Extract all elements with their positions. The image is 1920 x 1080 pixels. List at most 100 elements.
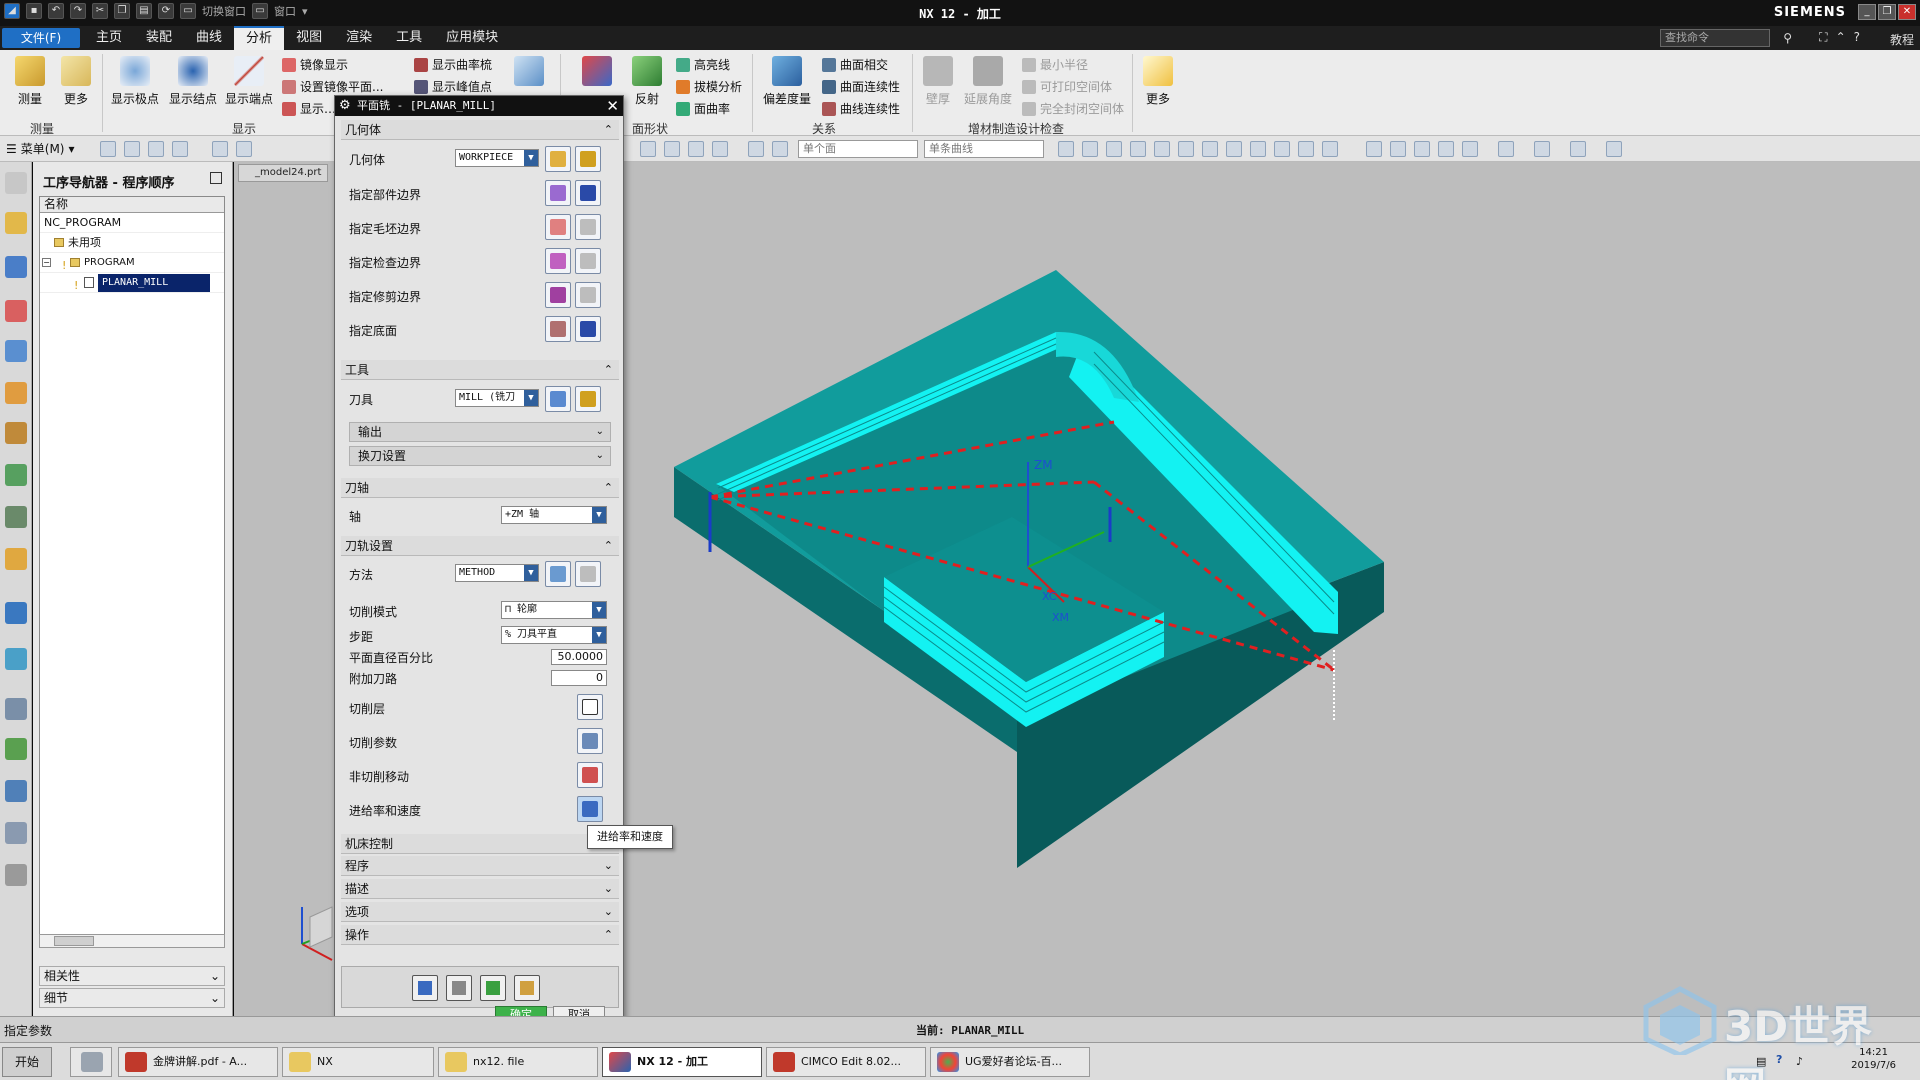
expand-icon[interactable]: − [42,258,51,267]
help-icon[interactable]: ? [1854,30,1860,45]
plus-icon[interactable] [1250,141,1266,157]
percent-input[interactable]: 50.0000 [551,649,607,665]
machine-navigator-icon[interactable] [5,256,27,278]
tutorial-link[interactable]: 教程 [1890,31,1914,48]
web-icon[interactable] [5,648,27,670]
pan-icon[interactable] [1082,141,1098,157]
overhang-angle-button[interactable]: 延展角度 [960,56,1016,107]
command-search-input[interactable]: 查找命令 [1660,29,1770,47]
file-menu-button[interactable]: 文件(F) [2,28,80,48]
taskbar-nx12-folder[interactable]: nx12. file [438,1047,598,1077]
generate-button[interactable] [412,975,438,1001]
start-button[interactable]: 开始 [2,1047,52,1077]
new-geometry-button[interactable] [545,146,571,172]
fullscreen-icon[interactable]: ⛶ [1819,30,1827,45]
geometry-select[interactable]: WORKPIECE ▼ [455,149,539,167]
reflection-button[interactable]: 反射 [624,56,670,107]
tab-curve[interactable]: 曲线 [184,26,234,50]
section-tool-axis[interactable]: 刀轴 ⌃ [341,478,619,498]
grid-icon[interactable] [1498,141,1514,157]
minimize-button[interactable]: _ [1858,4,1876,20]
taskbar-browser[interactable]: UG爱好者论坛-百... [930,1047,1090,1077]
mirror-display-button[interactable]: 镜像显示 [282,56,348,73]
edit-method-button[interactable] [575,561,601,587]
solid-icon[interactable] [772,141,788,157]
tool-icon[interactable] [5,780,27,802]
mirror-plane-button[interactable]: 设置镜像平面... [282,78,383,95]
tree-row-planar-mill[interactable]: ! PLANAR_MILL [40,273,224,293]
part-boundary-button[interactable] [545,180,571,206]
closed-void-button[interactable]: 完全封闭空间体 [1022,100,1124,117]
role-icon[interactable] [5,822,27,844]
replay-button[interactable] [446,975,472,1001]
method-select[interactable]: METHOD ▼ [455,564,539,582]
tab-tools[interactable]: 工具 [384,26,434,50]
display-extra-button[interactable] [512,56,546,90]
move-icon[interactable] [1058,141,1074,157]
show-truncated-button[interactable]: 显示… [282,100,336,117]
section-geometry[interactable]: 几何体 ⌃ [341,120,619,140]
gear-icon[interactable]: ⚙ [339,98,351,113]
create-tool-icon[interactable] [236,141,252,157]
tangent-icon[interactable] [1226,141,1242,157]
subsection-tool-change[interactable]: 换刀设置 ⌄ [349,446,611,466]
show-poles-button[interactable]: 显示极点 [108,56,162,107]
machine-view-icon[interactable] [124,141,140,157]
tab-analysis[interactable]: 分析 [234,26,285,50]
hd3d-icon[interactable] [5,422,27,444]
blank-boundary-button[interactable] [545,214,571,240]
shape-analysis-button[interactable] [574,56,620,90]
deviation-gauge-button[interactable]: 偏差度量 [760,56,814,107]
info-icon[interactable] [5,602,27,624]
palette-icon[interactable] [5,738,27,760]
non-cutting-button[interactable] [577,762,603,788]
snap-grid-icon[interactable] [664,141,680,157]
passes-input[interactable]: 0 [551,670,607,686]
line-icon[interactable] [1106,141,1122,157]
navigator-scrollbar[interactable] [39,934,225,948]
reuse-library-icon[interactable] [5,382,27,404]
blank-boundary-show-button[interactable] [575,214,601,240]
show-endpoints-button[interactable]: 显示端点 [222,56,276,107]
cut-pattern-select[interactable]: ⊓ 轮廓 ▼ [501,601,607,619]
snap-box-icon[interactable] [712,141,728,157]
list-button[interactable] [514,975,540,1001]
geometry-view-icon[interactable] [148,141,164,157]
operation-navigator-icon[interactable] [5,212,27,234]
part-boundary-show-button[interactable] [575,180,601,206]
face-filter-select[interactable]: 单个面 [798,140,918,158]
zoom-icon[interactable] [1390,141,1406,157]
edit-tool-button[interactable] [575,386,601,412]
diagonal-icon[interactable] [1274,141,1290,157]
tab-view[interactable]: 视图 [284,26,334,50]
measure-more-button[interactable]: 更多 [56,56,96,107]
library-icon[interactable] [5,464,27,486]
orient-icon[interactable] [1438,141,1454,157]
show-knots-button[interactable]: 显示结点 [166,56,220,107]
fit-view-icon[interactable] [1366,141,1382,157]
trim-boundary-show-button[interactable] [575,282,601,308]
min-radius-button[interactable]: 最小半径 [1022,56,1088,73]
pin-icon[interactable] [210,172,222,184]
diamond-icon[interactable] [1322,141,1338,157]
ribbon-more-button[interactable]: 更多 [1140,56,1176,107]
restore-button[interactable]: ❐ [1878,4,1896,20]
dependencies-panel[interactable]: 相关性 ⌄ [39,966,225,986]
chevron-up-icon[interactable]: ⌃ [1836,30,1846,45]
face-continuity-button[interactable]: 曲面连续性 [822,78,900,95]
curvature-comb-button[interactable]: 显示曲率梳 [414,56,492,73]
section-actions[interactable]: 操作 ⌃ [341,925,619,945]
check-boundary-button[interactable] [545,248,571,274]
tool-select[interactable]: MILL (铣刀 ▼ [455,389,539,407]
tree-row-program[interactable]: −! PROGRAM [40,253,224,273]
wall-thickness-button[interactable]: 壁厚 [918,56,958,107]
shading-icon[interactable] [748,141,764,157]
system-icon[interactable] [5,864,27,886]
assembly-navigator-icon[interactable] [5,300,27,322]
create-program-icon[interactable] [212,141,228,157]
main-menu-button[interactable]: ☰ 菜单(M) ▾ [6,140,75,157]
eye-icon[interactable] [5,506,27,528]
search-icon[interactable]: ⚲ [1783,31,1792,45]
stepover-select[interactable]: % 刀具平直 ▼ [501,626,607,644]
arc-icon[interactable] [1130,141,1146,157]
